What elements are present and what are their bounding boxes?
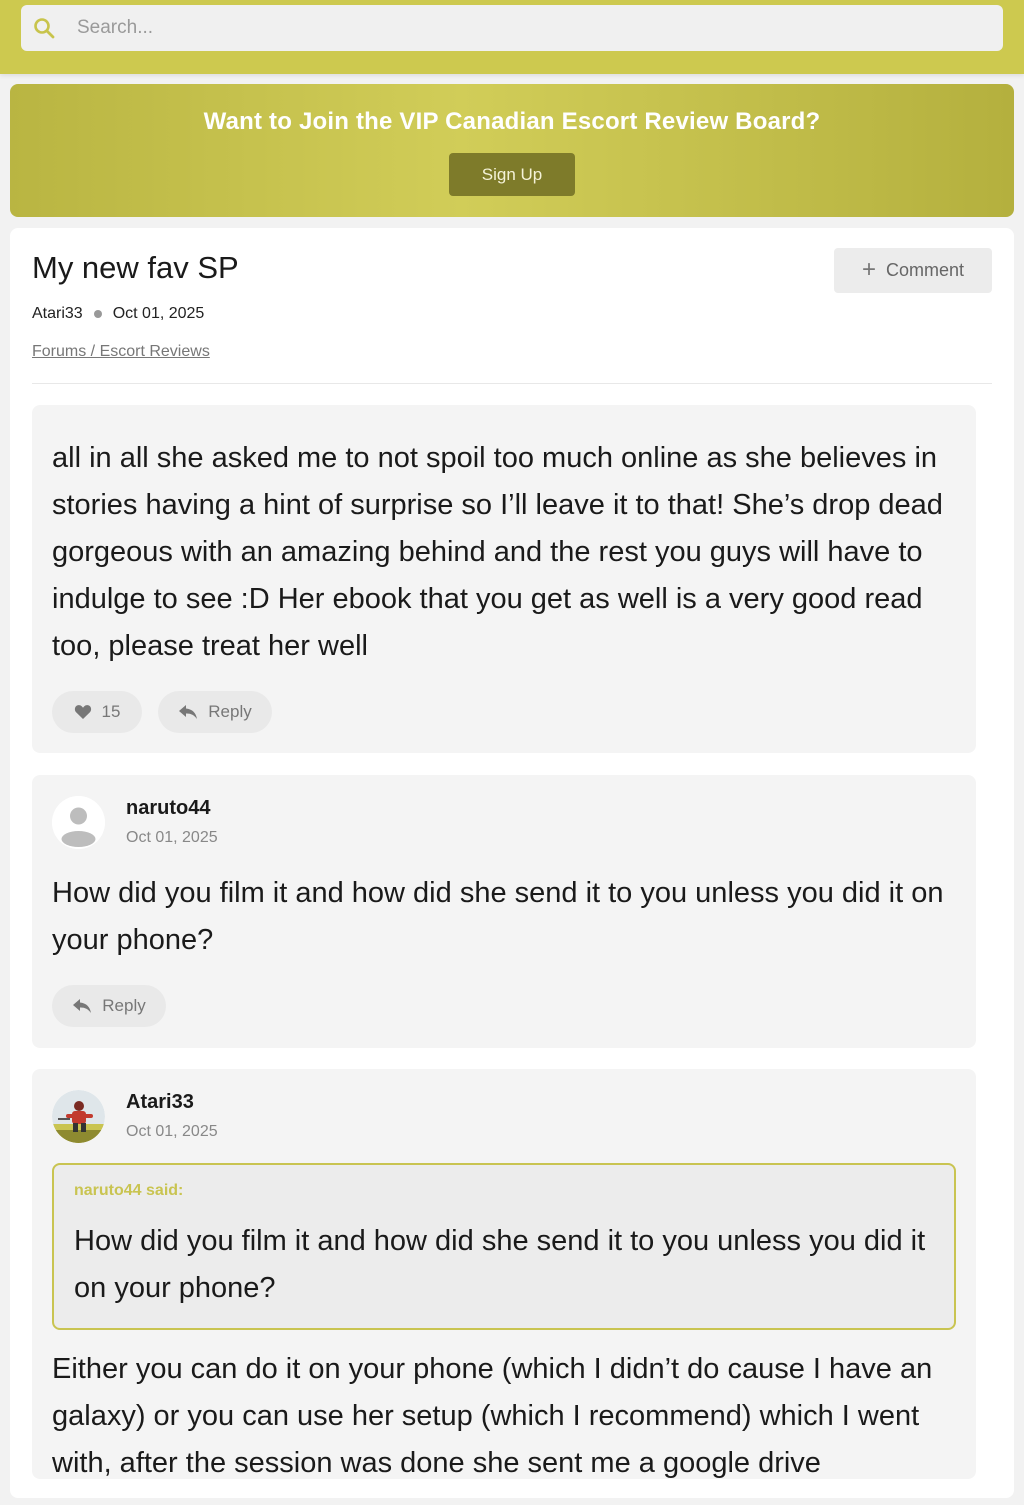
- post-body: Either you can do it on your phone (whic…: [52, 1353, 933, 1479]
- user-avatar-image: [52, 1090, 105, 1143]
- thread-title: My new fav SP: [32, 250, 239, 285]
- reply-button[interactable]: Reply: [52, 985, 166, 1027]
- post-date: Oct 01, 2025: [126, 829, 218, 846]
- top-bar: [0, 0, 1024, 74]
- reply-icon: [72, 998, 92, 1014]
- comment-button-label: Comment: [885, 260, 965, 280]
- vip-banner: Want to Join the VIP Canadian Escort Rev…: [10, 84, 1014, 217]
- reply-button[interactable]: Reply: [158, 691, 272, 733]
- like-button[interactable]: 15: [52, 691, 142, 733]
- add-comment-button[interactable]: + Comment: [834, 248, 992, 293]
- like-count: 15: [101, 702, 121, 721]
- post-reply-naruto44: naruto44 Oct 01, 2025 How did you film i…: [32, 775, 976, 1048]
- divider: [32, 383, 992, 384]
- reply-icon: [178, 704, 198, 720]
- post-author[interactable]: Atari33: [126, 1091, 194, 1114]
- avatar[interactable]: [52, 796, 105, 849]
- banner-title: Want to Join the VIP Canadian Escort Rev…: [203, 108, 821, 135]
- post-reply-atari33: Atari33 Oct 01, 2025 naruto44 said: How …: [32, 1069, 976, 1479]
- quote-header: naruto44 said:: [74, 1182, 184, 1199]
- thread-meta: Atari33 Oct 01, 2025: [32, 305, 204, 323]
- search-box[interactable]: [21, 5, 1003, 51]
- plus-icon: +: [861, 255, 876, 283]
- post-author[interactable]: naruto44: [126, 797, 210, 820]
- heart-icon: [74, 704, 92, 720]
- reply-label: Reply: [102, 996, 146, 1015]
- sign-up-button[interactable]: Sign Up: [449, 153, 575, 196]
- quote-body: How did you film it and how did she send…: [74, 1225, 926, 1304]
- thread-author[interactable]: Atari33: [32, 305, 83, 323]
- reply-label: Reply: [208, 702, 252, 721]
- post-date: Oct 01, 2025: [126, 1123, 218, 1140]
- post-body: How did you film it and how did she send…: [52, 877, 944, 956]
- post-original: all in all she asked me to not spoil too…: [32, 405, 976, 753]
- avatar[interactable]: [52, 1090, 105, 1143]
- breadcrumb[interactable]: Forums / Escort Reviews: [32, 343, 210, 361]
- user-placeholder-icon: [52, 796, 105, 849]
- meta-separator-dot: [93, 310, 102, 318]
- thread-container: My new fav SP + Comment Atari33 Oct 01, …: [10, 228, 1014, 1498]
- search-input[interactable]: [77, 5, 977, 51]
- quoted-reply: naruto44 said: How did you film it and h…: [52, 1163, 956, 1330]
- search-icon: [33, 17, 55, 39]
- post-body: all in all she asked me to not spoil too…: [52, 442, 943, 662]
- thread-date: Oct 01, 2025: [112, 305, 205, 322]
